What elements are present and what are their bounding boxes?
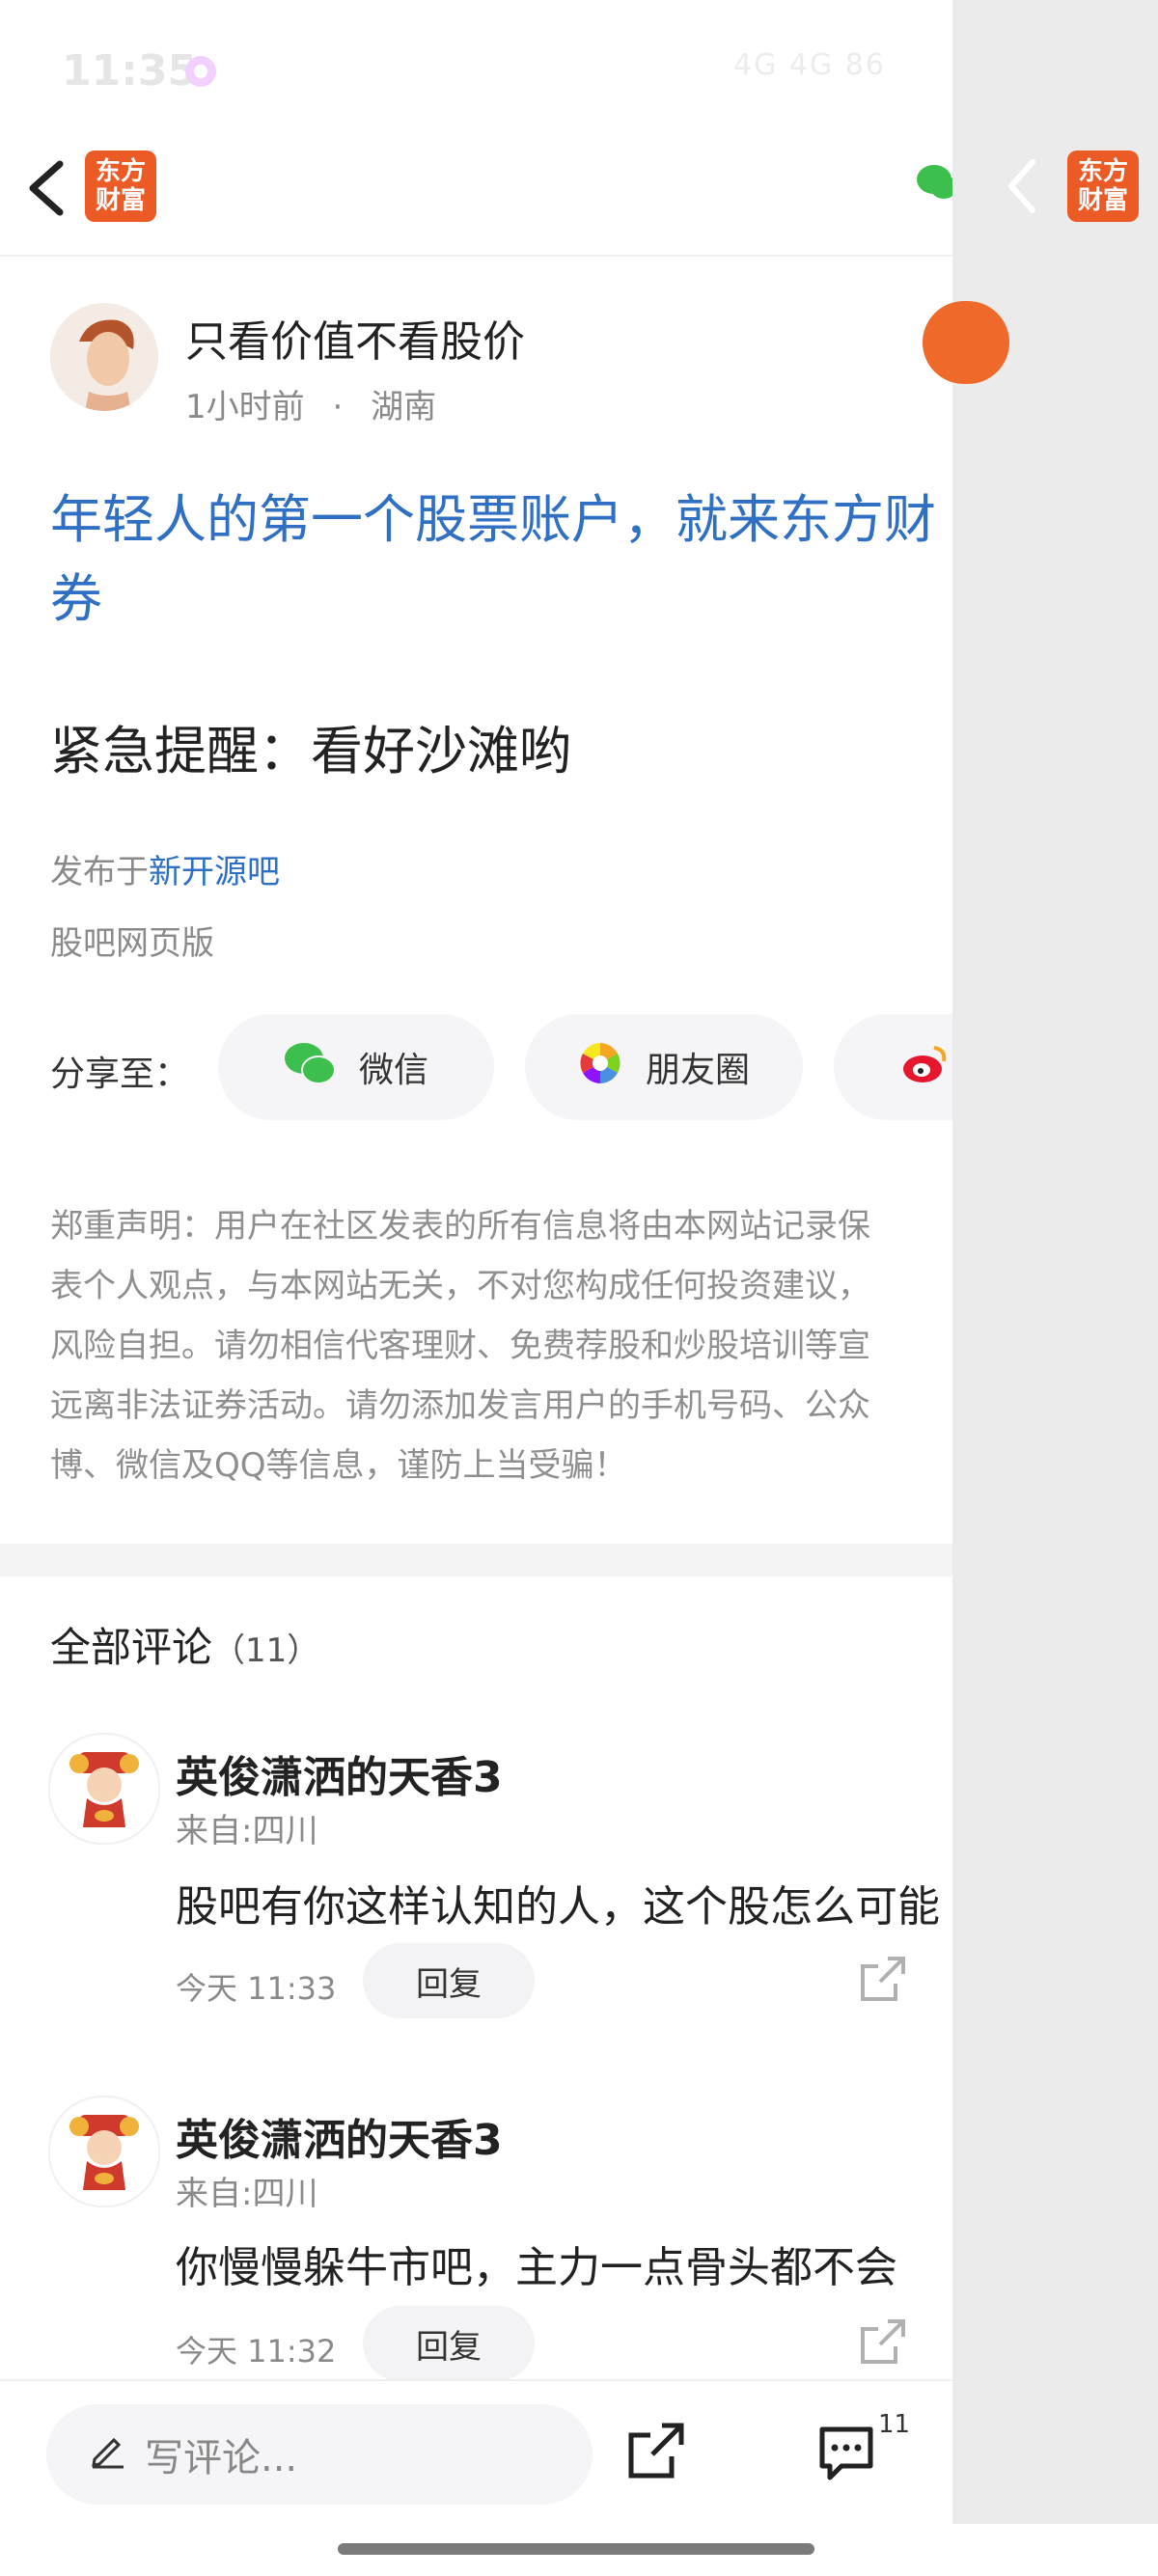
- post-time: 1小时前: [185, 388, 305, 426]
- disclaimer-line: 风险自担。请勿相信代客理财、免费荐股和炒股培训等宣: [50, 1327, 870, 1365]
- share-moments-button[interactable]: 朋友圈: [525, 1014, 803, 1120]
- comment-time: 今天 11:32: [176, 2333, 337, 2370]
- side-eastmoney-logo: 东方 财富: [1067, 151, 1139, 222]
- commenter-avatar[interactable]: [48, 1733, 160, 1845]
- section-divider: [0, 1544, 952, 1576]
- comment-time: 今天 11:33: [176, 1970, 337, 2007]
- comment-share-icon[interactable]: [859, 1955, 907, 2003]
- share-label: 分享至：: [50, 1055, 190, 1094]
- side-back-arrow-icon: [1008, 159, 1035, 213]
- back-arrow-icon: [29, 160, 64, 216]
- comment-text[interactable]: 股吧有你这样认知的人，这个股怎么可能: [176, 1872, 957, 1933]
- eastmoney-logo: 东方 财富: [85, 151, 156, 222]
- disclaimer: 郑重声明：用户在社区发表的所有信息将由本网站记录保 表个人观点，与本网站无关，不…: [50, 1196, 953, 1505]
- back-button[interactable]: [19, 145, 77, 232]
- comments-title: 全部评论（11）: [50, 1615, 319, 1674]
- post-title-link[interactable]: 年轻人的第一个股票账户，就来东方财 券: [50, 480, 957, 639]
- camera-app-icon: [183, 54, 218, 93]
- title-line-1: 年轻人的第一个股票账户，就来东方财: [50, 489, 936, 550]
- wechat-icon: [284, 1041, 336, 1094]
- disclaimer-line: 远离非法证券活动。请勿添加发言用户的手机号码、公众: [50, 1386, 870, 1425]
- side-logo-text-bottom: 财富: [1077, 186, 1128, 215]
- side-back-button[interactable]: [1004, 152, 1042, 220]
- author-name[interactable]: 只看价值不看股价: [185, 307, 525, 369]
- pencil-icon: [89, 2430, 127, 2479]
- comment-text[interactable]: 你慢慢躲牛市吧，主力一点骨头都不会: [176, 2233, 957, 2294]
- post-location: 湖南: [371, 388, 437, 426]
- bar-link[interactable]: 新开源吧: [149, 853, 280, 891]
- commenter-name[interactable]: 英俊潇洒的天香3: [176, 2105, 503, 2167]
- reply-button[interactable]: 回复: [363, 2306, 535, 2381]
- post-meta: 1小时前 · 湖南: [185, 380, 436, 427]
- side-logo-text-top: 东方: [1077, 157, 1128, 186]
- title-line-2: 券: [50, 568, 102, 629]
- side-panel-mask: [952, 1003, 1158, 1138]
- status-time: 11:35: [62, 46, 198, 96]
- follow-button[interactable]: [923, 301, 1009, 384]
- bottom-bar-divider: [0, 2379, 952, 2381]
- post-source: 股吧网页版: [50, 924, 214, 963]
- status-indicators: 4G 4G 86: [733, 48, 886, 82]
- share-wechat-label: 微信: [358, 1051, 428, 1090]
- share-wechat-button[interactable]: 微信: [218, 1014, 494, 1120]
- home-indicator[interactable]: [338, 2543, 814, 2555]
- author-avatar[interactable]: [50, 303, 158, 411]
- comments-title-text: 全部评论: [50, 1624, 213, 1671]
- post-content: 紧急提醒：看好沙滩哟: [50, 721, 571, 781]
- comment-input-placeholder: 写评论...: [145, 2436, 298, 2480]
- meta-separator: ·: [332, 388, 344, 426]
- header-divider: [0, 255, 955, 257]
- moments-icon: [578, 1041, 622, 1094]
- logo-text-bottom: 财富: [95, 186, 146, 215]
- commenter-avatar[interactable]: [48, 2096, 160, 2207]
- comment-share-icon[interactable]: [859, 2317, 907, 2366]
- weibo-icon: [901, 1042, 950, 1093]
- comment-input[interactable]: 写评论...: [46, 2404, 593, 2505]
- commenter-name[interactable]: 英俊潇洒的天香3: [176, 1742, 503, 1804]
- reply-button[interactable]: 回复: [363, 1943, 535, 2018]
- disclaimer-line: 郑重声明：用户在社区发表的所有信息将由本网站记录保: [50, 1207, 870, 1246]
- published-prefix: 发布于: [50, 853, 149, 891]
- comments-count: （11）: [212, 1631, 320, 1670]
- published-in: 发布于新开源吧: [50, 845, 280, 892]
- comment-count-badge: 11: [878, 2410, 911, 2439]
- commenter-location: 来自:四川: [176, 1812, 318, 1850]
- disclaimer-line: 表个人观点，与本网站无关，不对您构成任何投资建议，: [50, 1267, 870, 1305]
- commenter-location: 来自:四川: [176, 2175, 318, 2213]
- share-moments-label: 朋友圈: [645, 1051, 750, 1090]
- disclaimer-line: 博、微信及QQ等信息，谨防上当受骗！: [50, 1446, 627, 1485]
- logo-text-top: 东方: [95, 157, 146, 186]
- share-icon[interactable]: [627, 2422, 685, 2480]
- comments-icon[interactable]: [816, 2424, 876, 2483]
